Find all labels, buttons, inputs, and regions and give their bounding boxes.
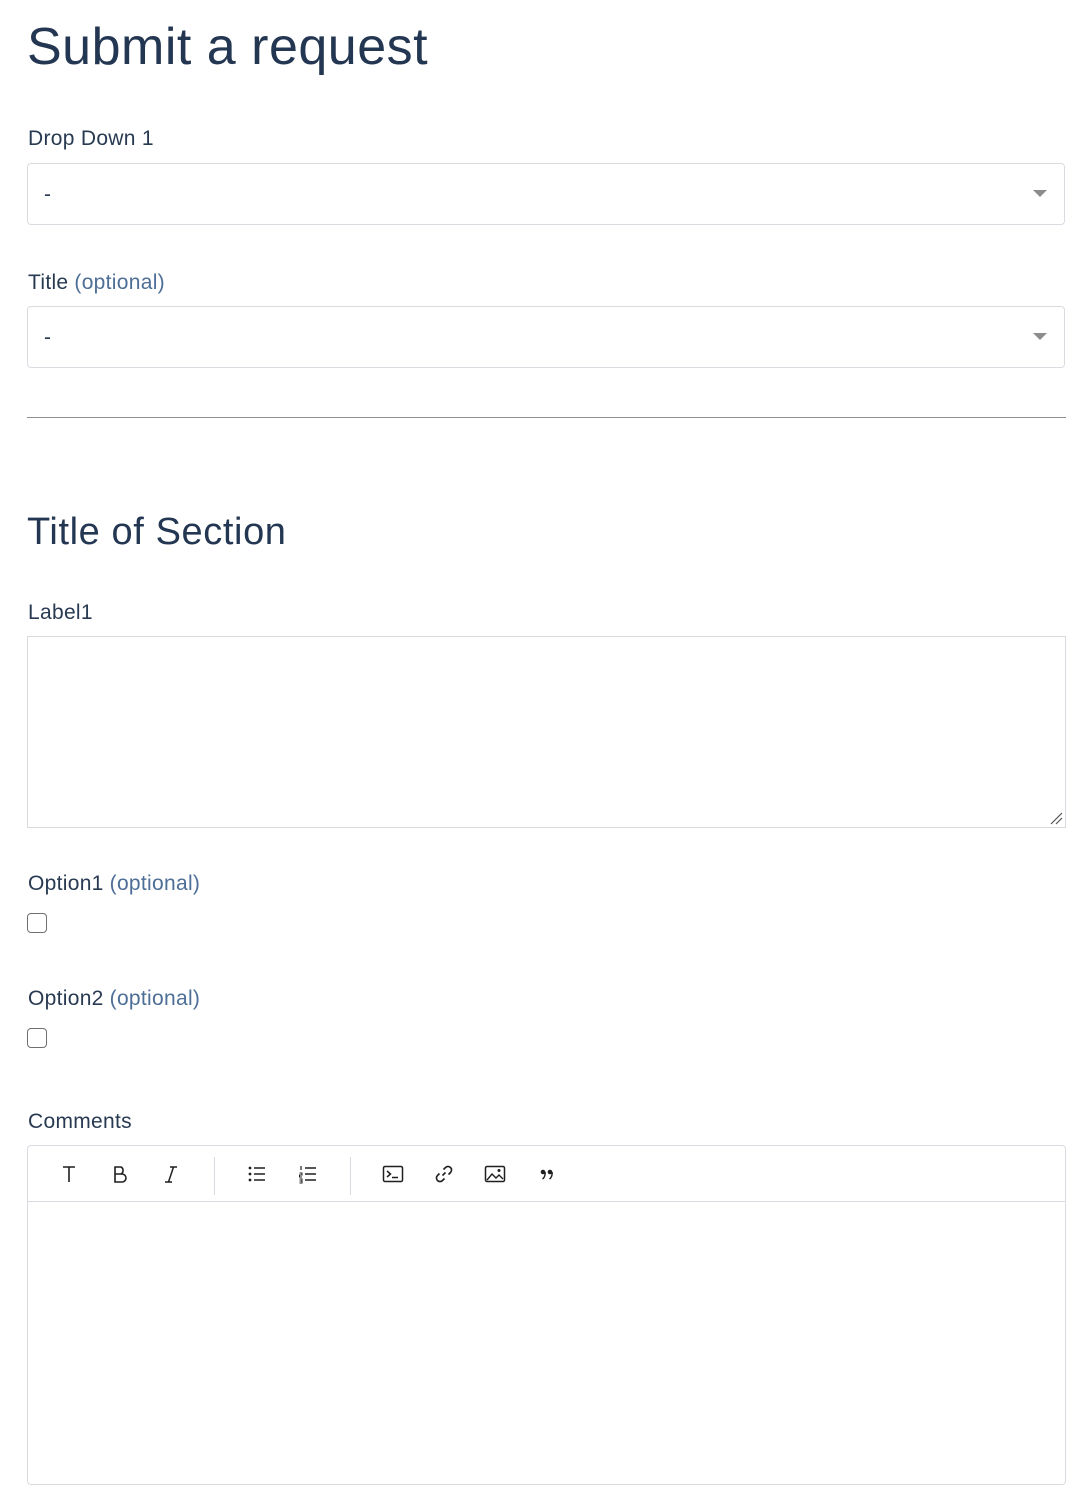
- title-label-text: Title: [28, 271, 69, 294]
- title-select[interactable]: -: [27, 306, 1065, 368]
- section-divider: [27, 417, 1066, 418]
- title-value: -: [44, 326, 51, 349]
- bold-icon: [114, 1166, 127, 1183]
- dropdown1-label-text: Drop Down 1: [28, 127, 154, 150]
- option1-label: Option1 (optional): [28, 870, 200, 898]
- code-block-icon: [382, 1165, 404, 1183]
- dropdown1-label: Drop Down 1: [28, 125, 154, 153]
- italic-button[interactable]: [157, 1160, 185, 1188]
- comments-editor-body[interactable]: [28, 1202, 1065, 1484]
- option2-label: Option2 (optional): [28, 985, 200, 1013]
- dropdown1-value: -: [44, 183, 51, 206]
- dropdown1-select[interactable]: -: [27, 163, 1065, 225]
- optional-tag: (optional): [109, 987, 201, 1010]
- editor-toolbar: [28, 1146, 1065, 1202]
- numbered-list-button[interactable]: [294, 1160, 322, 1188]
- chevron-down-icon: [1033, 190, 1047, 197]
- title-label: Title (optional): [28, 269, 165, 297]
- option2-label-text: Option2: [28, 987, 104, 1010]
- text-format-button[interactable]: [55, 1160, 83, 1188]
- section-title: Title of Section: [27, 511, 287, 553]
- comments-label-text: Comments: [28, 1110, 132, 1133]
- bulleted-list-button[interactable]: [243, 1160, 271, 1188]
- bold-button[interactable]: [106, 1160, 134, 1188]
- numbered-list-icon: [299, 1166, 316, 1184]
- quote-button[interactable]: [533, 1160, 561, 1188]
- label1-label: Label1: [28, 599, 93, 627]
- option1-checkbox[interactable]: [27, 913, 47, 933]
- page-title: Submit a request: [27, 18, 429, 76]
- comments-label: Comments: [28, 1108, 132, 1136]
- code-block-button[interactable]: [379, 1160, 407, 1188]
- link-icon: [435, 1165, 453, 1183]
- link-button[interactable]: [430, 1160, 458, 1188]
- resize-handle-icon[interactable]: [1049, 811, 1063, 825]
- option2-checkbox[interactable]: [27, 1028, 47, 1048]
- quote-icon: [540, 1169, 553, 1180]
- image-icon: [484, 1165, 506, 1183]
- label1-textarea[interactable]: [27, 636, 1066, 828]
- toolbar-separator: [350, 1157, 351, 1195]
- option1-label-text: Option1: [28, 872, 104, 895]
- comments-editor: [27, 1145, 1066, 1485]
- label1-label-text: Label1: [28, 601, 93, 624]
- chevron-down-icon: [1033, 333, 1047, 340]
- image-button[interactable]: [481, 1160, 509, 1188]
- italic-icon: [165, 1166, 177, 1183]
- bulleted-list-icon: [248, 1166, 265, 1182]
- optional-tag: (optional): [109, 872, 201, 895]
- optional-tag: (optional): [74, 271, 165, 294]
- toolbar-separator: [214, 1157, 215, 1195]
- text-icon: [63, 1166, 75, 1182]
